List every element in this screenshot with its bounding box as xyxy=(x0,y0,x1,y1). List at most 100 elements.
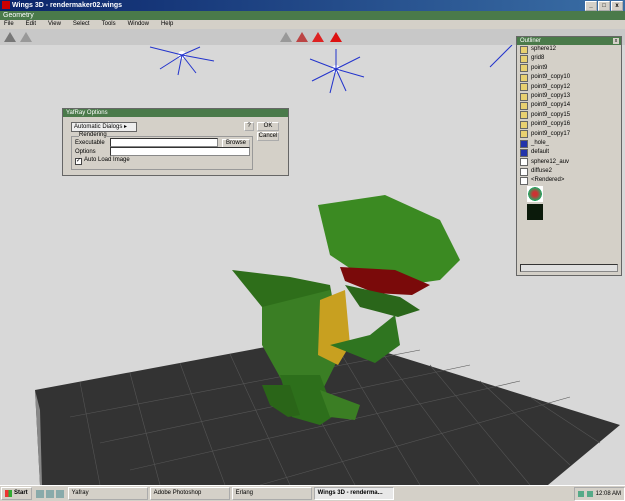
executable-input[interactable] xyxy=(110,138,218,147)
task-yafray[interactable]: Yafray xyxy=(67,487,148,500)
light-icon xyxy=(520,55,528,64)
menu-view[interactable]: View xyxy=(48,20,61,29)
light-icon xyxy=(520,120,528,129)
outliner-item[interactable]: grid8 xyxy=(517,54,621,64)
outliner-item[interactable]: _hole_ xyxy=(517,139,621,148)
outliner-item[interactable]: point9_copy14 xyxy=(517,101,621,111)
outliner-title-bar[interactable]: Outliner x xyxy=(517,37,621,45)
options-input[interactable] xyxy=(110,147,250,156)
clock: 12:08 AM xyxy=(595,491,621,497)
maximize-button[interactable]: □ xyxy=(598,1,610,11)
outliner-item-label: point9_copy12 xyxy=(531,83,571,90)
geometry-bar: Geometry xyxy=(0,11,625,20)
menu-window[interactable]: Window xyxy=(128,20,149,29)
outliner-item[interactable]: point9_copy13 xyxy=(517,92,621,101)
light-icon xyxy=(520,102,528,111)
image-icon xyxy=(520,158,528,167)
view-mode-icon[interactable] xyxy=(4,32,16,42)
outliner-item[interactable]: <Rendered> xyxy=(517,176,621,186)
tray-icon[interactable] xyxy=(577,491,584,497)
outliner-item-label: _hole_ xyxy=(531,139,550,146)
outliner-item[interactable]: point9 xyxy=(517,64,621,73)
image-icon xyxy=(520,177,528,186)
outliner-item-label: sphere12_auv xyxy=(531,158,570,165)
menu-help[interactable]: Help xyxy=(161,20,173,29)
options-label: Options xyxy=(75,149,96,156)
start-button[interactable]: Start xyxy=(1,487,32,500)
rendering-group-label: Rendering xyxy=(79,132,107,139)
desktop-icon[interactable] xyxy=(35,489,44,498)
outliner-title: Outliner xyxy=(520,38,542,44)
face-select-icon[interactable] xyxy=(312,32,324,42)
window-title: Wings 3D - rendermaker02.wings xyxy=(12,2,123,9)
close-button[interactable]: x xyxy=(611,1,623,11)
light-icon xyxy=(520,92,528,101)
light-icon xyxy=(520,45,528,54)
outliner-item[interactable]: point9_copy17 xyxy=(517,130,621,139)
material-icon xyxy=(520,139,528,148)
vertex-select-icon[interactable] xyxy=(280,32,292,42)
task-photoshop[interactable]: Adobe Photoshop xyxy=(149,487,230,500)
outliner-item-label: point9_copy10 xyxy=(531,74,571,81)
folder-icon[interactable] xyxy=(55,489,64,498)
outliner-item[interactable]: default xyxy=(517,148,621,157)
outliner-item-label: point9_copy16 xyxy=(531,121,571,128)
light-direction-line xyxy=(489,45,513,68)
menu-edit[interactable]: Edit xyxy=(26,20,36,29)
cancel-button[interactable]: Cancel xyxy=(257,132,279,141)
window-title-bar[interactable]: Wings 3D - rendermaker02.wings _ □ x xyxy=(0,0,625,11)
light-icon xyxy=(520,83,528,92)
outliner-item-label: default xyxy=(531,149,550,156)
outliner-close-button[interactable]: x xyxy=(613,38,619,44)
light-icon xyxy=(520,111,528,120)
dialog-title[interactable]: YafRay Options xyxy=(63,109,288,117)
help-button[interactable]: ? xyxy=(244,122,254,131)
edge-select-icon[interactable] xyxy=(296,32,308,42)
taskbar: Start Yafray Adobe Photoshop Erlang Wing… xyxy=(0,485,625,501)
quick-launch xyxy=(35,489,64,498)
wings-app-icon xyxy=(2,1,10,9)
light-icon xyxy=(520,64,528,73)
outliner-item[interactable]: point9_copy15 xyxy=(517,111,621,120)
outliner-item-label: point9_copy14 xyxy=(531,102,571,109)
light-icon xyxy=(520,73,528,82)
body-select-icon[interactable] xyxy=(330,32,342,42)
menu-select[interactable]: Select xyxy=(73,20,90,29)
outliner-item[interactable]: sphere12 xyxy=(517,45,621,54)
automatic-dialogs-dropdown[interactable]: Automatic Dialogs ▸ xyxy=(71,122,137,132)
outliner-item-label: diffuse2 xyxy=(531,168,552,175)
explorer-icon[interactable] xyxy=(45,489,54,498)
menu-bar: File Edit View Select Tools Window Help xyxy=(0,20,625,29)
outliner-item[interactable]: point9_copy10 xyxy=(517,73,621,82)
light-icon xyxy=(309,49,365,94)
view-mode-alt-icon[interactable] xyxy=(20,32,32,42)
light-icon xyxy=(149,46,215,76)
task-wings3d[interactable]: Wings 3D - renderma... xyxy=(313,487,394,500)
task-erlang[interactable]: Erlang xyxy=(231,487,312,500)
menu-tools[interactable]: Tools xyxy=(102,20,116,29)
material-icon xyxy=(520,148,528,157)
outliner-item-label: point9_copy15 xyxy=(531,111,571,118)
outliner-item-label: point9_copy13 xyxy=(531,92,571,99)
outliner-item-label: point9_copy17 xyxy=(531,130,571,137)
outliner-item[interactable]: point9_copy12 xyxy=(517,83,621,92)
tray-icon[interactable] xyxy=(586,491,593,497)
auto-load-label: Auto Load Image xyxy=(84,157,130,164)
outliner-item[interactable]: point9_copy16 xyxy=(517,120,621,129)
outliner-item-label: point9 xyxy=(531,64,548,71)
outliner-item[interactable]: diffuse2 xyxy=(517,167,621,176)
ok-button[interactable]: OK xyxy=(257,122,279,131)
minimize-button[interactable]: _ xyxy=(585,1,597,11)
image-icon xyxy=(520,167,528,176)
outliner-item-label: grid8 xyxy=(531,55,545,62)
outliner-scrollbar[interactable] xyxy=(520,264,618,272)
outliner-item[interactable]: sphere12_auv xyxy=(517,158,621,167)
auto-load-checkbox[interactable]: ✓ xyxy=(75,158,82,165)
rendered-thumbnail[interactable] xyxy=(527,203,543,220)
menu-file[interactable]: File xyxy=(4,20,14,29)
outliner-item-label: sphere12 xyxy=(531,46,557,52)
outliner-panel: Outliner x sphere12 grid8 point9 point9_copy… xyxy=(516,36,622,276)
diffuse-thumbnail[interactable] xyxy=(527,185,543,202)
outliner-item-label: <Rendered> xyxy=(531,177,565,184)
windows-flag-icon xyxy=(5,490,12,497)
